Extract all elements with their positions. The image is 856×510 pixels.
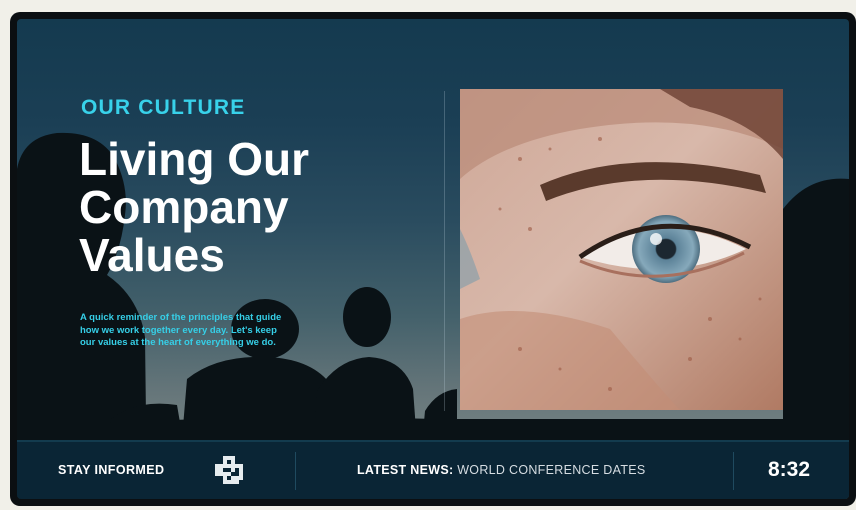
signage-screen: OUR CULTURE Living Our Company Values A … xyxy=(17,19,849,499)
headline: Living Our Company Values xyxy=(79,135,409,279)
latest-news-label: LATEST NEWS: xyxy=(357,463,454,477)
headline-line: Company xyxy=(79,181,289,233)
headline-line: Living Our xyxy=(79,133,309,185)
latest-news-text: WORLD CONFERENCE DATES xyxy=(457,463,646,477)
vertical-divider xyxy=(444,91,445,411)
eye-closeup-photo xyxy=(460,89,783,410)
display-frame: OUR CULTURE Living Our Company Values A … xyxy=(10,12,856,506)
headline-line: Values xyxy=(79,229,225,281)
ticker-divider xyxy=(733,452,734,490)
stay-informed-label: STAY INFORMED xyxy=(58,463,165,477)
section-eyebrow: OUR CULTURE xyxy=(81,96,246,119)
clock: 8:32 xyxy=(768,458,811,481)
description-line: our values at the heart of everything we… xyxy=(80,337,276,348)
latest-news[interactable]: LATEST NEWS: WORLD CONFERENCE DATES xyxy=(357,463,646,477)
news-ticker-bar: STAY INFORMED LATEST NEWS: WORLD CONFERE… xyxy=(17,440,849,499)
description-line: A quick reminder of the principles that … xyxy=(80,312,282,323)
qr-code-icon[interactable] xyxy=(215,456,243,484)
ticker-divider xyxy=(295,452,296,490)
description-line: how we work together every day. Let's ke… xyxy=(80,324,277,336)
description: A quick reminder of the principles that … xyxy=(80,312,350,350)
